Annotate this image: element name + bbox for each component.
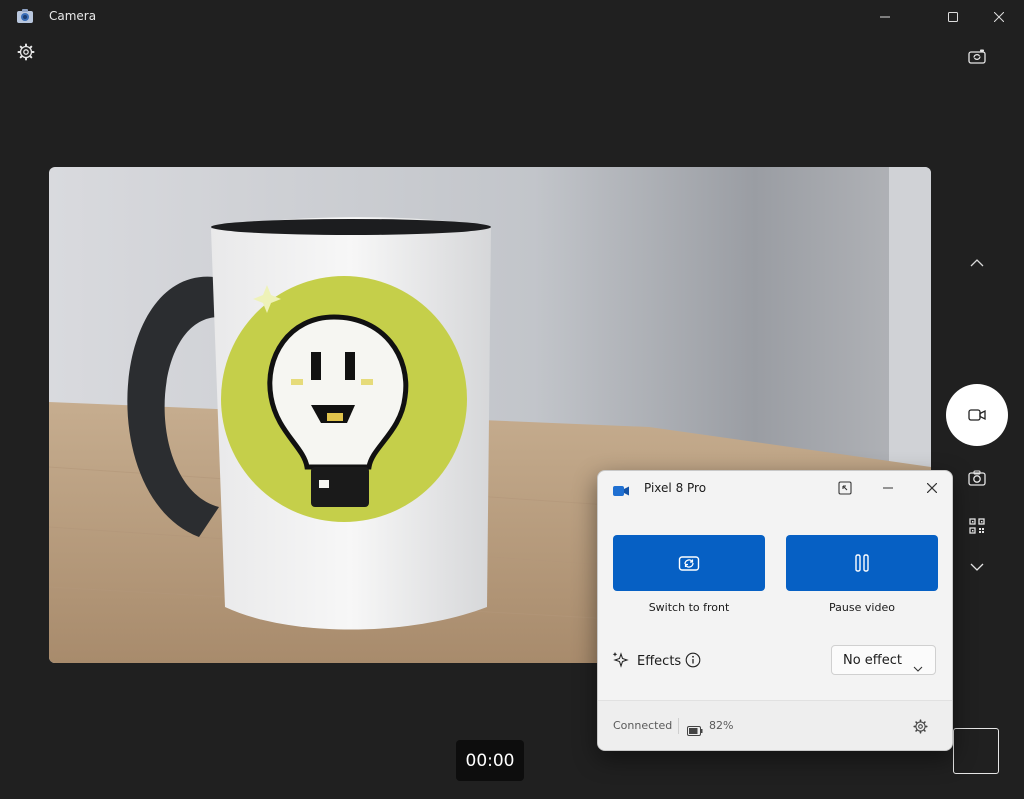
camera-icon <box>968 470 986 486</box>
pause-icon <box>855 554 869 572</box>
switch-camera-button[interactable] <box>964 44 990 70</box>
panel-close-button[interactable] <box>917 476 947 500</box>
switch-to-front-button[interactable] <box>613 535 765 591</box>
gear-icon <box>912 718 928 734</box>
app-title: Camera <box>49 9 97 23</box>
qr-mode-button[interactable] <box>964 513 990 539</box>
scroll-down-button[interactable] <box>964 554 990 580</box>
effects-dropdown[interactable]: No effect <box>831 645 936 675</box>
chevron-up-icon <box>970 259 984 267</box>
close-button[interactable] <box>976 0 1022 34</box>
panel-minimize-button[interactable] <box>873 476 903 500</box>
effects-info-button[interactable] <box>684 651 702 669</box>
footer-divider <box>678 718 679 734</box>
minimize-button[interactable] <box>862 0 908 34</box>
qr-code-icon <box>969 518 985 534</box>
battery-icon <box>687 721 703 740</box>
camera-switch-icon <box>678 556 700 571</box>
sparkle-icon <box>612 651 630 673</box>
panel-settings-button[interactable] <box>909 715 931 737</box>
gear-icon <box>17 43 35 61</box>
photo-mode-button[interactable] <box>964 465 990 491</box>
switch-to-front-label: Switch to front <box>648 601 730 614</box>
panel-footer: Connected 82% <box>598 700 952 750</box>
record-video-button[interactable] <box>946 384 1008 446</box>
title-bar: Camera <box>0 0 1024 34</box>
panel-compact-button[interactable] <box>830 476 860 500</box>
maximize-button[interactable] <box>930 0 976 34</box>
chevron-down-icon <box>970 563 984 571</box>
settings-button[interactable] <box>14 40 38 64</box>
panel-title: Pixel 8 Pro <box>644 481 707 495</box>
video-camera-icon <box>613 482 630 501</box>
info-icon <box>685 652 701 668</box>
video-camera-icon <box>968 409 986 421</box>
scroll-up-button[interactable] <box>964 250 990 276</box>
chevron-down-icon <box>913 657 923 676</box>
battery-level: 82% <box>709 719 734 732</box>
last-capture-thumbnail[interactable] <box>953 728 999 774</box>
compact-overlay-icon <box>838 481 852 495</box>
effects-dropdown-value: No effect <box>843 653 903 668</box>
phone-camera-panel: Pixel 8 Pro Switch to front Pause video <box>597 470 953 751</box>
connection-status: Connected <box>613 719 673 732</box>
camera-app-icon <box>16 8 34 24</box>
effects-label: Effects <box>637 654 682 669</box>
recording-timer: 00:00 <box>456 740 524 781</box>
pause-video-label: Pause video <box>829 601 895 614</box>
pause-video-button[interactable] <box>786 535 938 591</box>
camera-switch-icon <box>968 49 986 64</box>
